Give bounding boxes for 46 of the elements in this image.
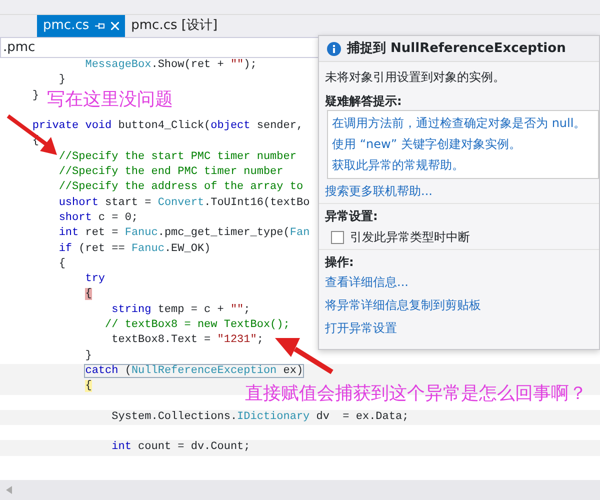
code-line: { xyxy=(58,258,66,270)
scroll-left-icon[interactable] xyxy=(6,486,12,494)
code-line: MessageBox.Show(ret + ""); xyxy=(85,59,257,71)
section-heading: 操作: xyxy=(324,254,355,271)
section-heading: 疑难解答提示: xyxy=(324,93,403,110)
info-icon xyxy=(327,42,341,56)
help-link[interactable]: 使用 “new” 关键字创建对象实例。 xyxy=(332,137,521,151)
horizontal-scrollbar[interactable] xyxy=(0,480,600,500)
annotation-arrow xyxy=(275,338,334,374)
pin-icon[interactable] xyxy=(95,22,106,30)
code-line: private void button4_Click(object sender, xyxy=(32,120,304,132)
code-line: //Specify the address of the array to xyxy=(58,181,304,194)
annotation-text: 写在这里没问题 xyxy=(47,90,173,110)
code-line: } xyxy=(32,90,40,102)
checkbox-label: 引发此异常类型时中断 xyxy=(350,229,470,246)
action-link[interactable]: 查看详细信息... xyxy=(325,275,408,289)
help-link[interactable]: 获取此异常的常规帮助。 xyxy=(332,158,464,172)
code-line: ushort start = Convert.ToUInt16(textBo xyxy=(58,196,310,209)
code-line: short c = 0; xyxy=(58,212,138,224)
tab[interactable]: pmc.cs [设计] xyxy=(125,15,224,37)
action-link[interactable]: 打开异常设置 xyxy=(325,321,397,335)
code-line: int count = dv.Count; xyxy=(112,441,250,454)
checkbox[interactable] xyxy=(331,230,344,244)
code-line: // textBox8 = new TextBox(); xyxy=(105,319,290,332)
code-line: } xyxy=(58,74,66,86)
code-line: catch (NullReferenceException ex) xyxy=(85,364,304,377)
help-link[interactable]: 搜索更多联机帮助... xyxy=(325,184,432,198)
section-heading: 异常设置: xyxy=(324,208,379,225)
code-line: //Specify the start PMC timer number xyxy=(58,150,296,163)
tab[interactable]: pmc.cs xyxy=(37,15,126,37)
popup-title: 捕捉到 NullReferenceException xyxy=(347,40,566,58)
code-line: string temp = c + ""; xyxy=(112,304,250,316)
code-line: try xyxy=(85,273,106,286)
annotation-text: 直接赋值会捕获到这个异常是怎么回事啊？ xyxy=(245,384,587,404)
code-line: textBox8.Text = "1231"; xyxy=(112,334,264,346)
code-line: if (ret == Fanuc.EW_OK) xyxy=(58,242,211,255)
tab-label: pmc.cs [设计] xyxy=(131,17,218,36)
close-icon[interactable] xyxy=(111,22,120,30)
code-line: //Specify the end PMC timer number xyxy=(58,166,284,178)
error-message: 未将对象引用设置到对象的实例。 xyxy=(324,69,506,86)
code-line: int ret = Fanuc.pmc_get_timer_type(Fan xyxy=(58,227,310,240)
help-link[interactable]: 在调用方法前，通过检查确定对象是否为 null。 xyxy=(332,116,586,130)
code-line: System.Collections.IDictionary dv = ex.Data; xyxy=(112,410,409,423)
tab-label: pmc.cs xyxy=(43,17,90,36)
code-line: } xyxy=(85,350,92,362)
action-link[interactable]: 将异常详细信息复制到剪贴板 xyxy=(325,298,481,312)
